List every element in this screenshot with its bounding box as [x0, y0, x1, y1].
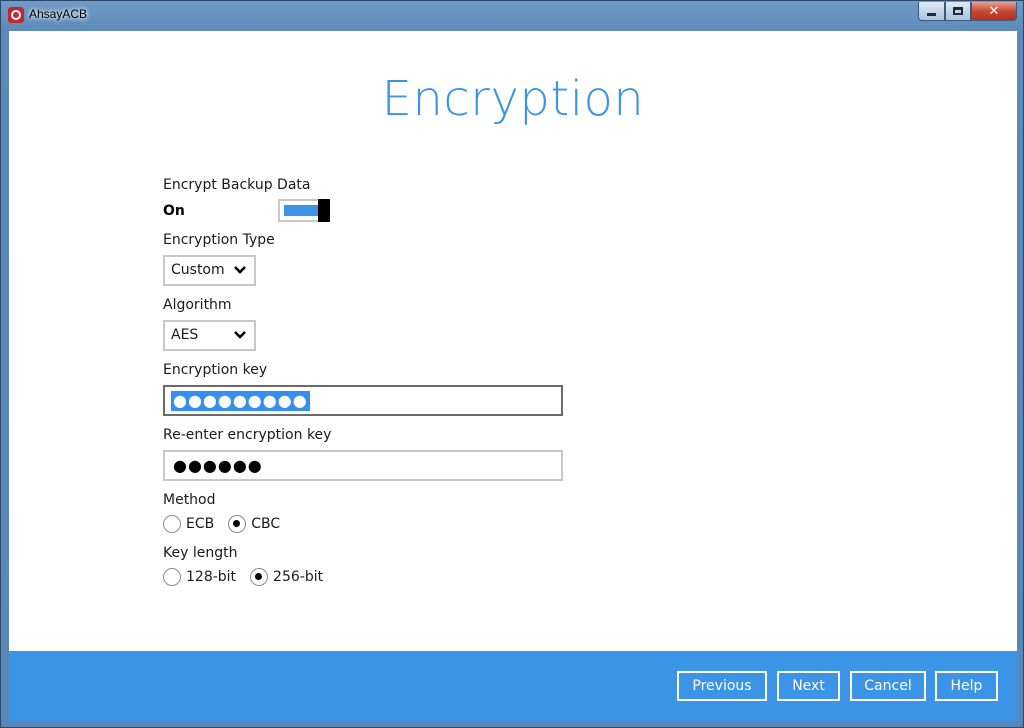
- encrypt-backup-label: Encrypt Backup Data: [163, 177, 311, 193]
- window-controls: ✕: [918, 2, 1017, 21]
- page-title: Encryption: [381, 71, 645, 127]
- toggle-fill: [284, 205, 318, 216]
- encryption-key-label: Encryption key: [163, 362, 268, 378]
- reenter-key-field[interactable]: ●●●●●●: [163, 450, 563, 481]
- encryption-type-label: Encryption Type: [163, 232, 275, 248]
- close-button[interactable]: ✕: [971, 2, 1017, 21]
- method-ecb-label[interactable]: ECB: [186, 516, 214, 532]
- key-length-label: Key length: [163, 545, 238, 561]
- key-length-256-radio[interactable]: [250, 568, 269, 586]
- key-length-radio-group: 128-bit 256-bit: [163, 568, 337, 586]
- window-title: AhsayACB: [29, 7, 88, 21]
- app-logo-icon: [8, 7, 24, 23]
- key-length-128-radio[interactable]: [163, 568, 181, 586]
- toggle-knob[interactable]: [318, 199, 330, 222]
- footer-bar: Previous Next Cancel Help: [9, 651, 1017, 721]
- previous-button[interactable]: Previous: [677, 671, 767, 701]
- app-window: AhsayACB ✕ Encryption Encrypt Backup Dat…: [0, 0, 1024, 728]
- minimize-icon: [927, 12, 936, 16]
- method-ecb-radio[interactable]: [163, 515, 181, 533]
- encrypt-backup-state: On: [163, 203, 185, 219]
- algorithm-label: Algorithm: [163, 297, 232, 313]
- reenter-key-value: ●●●●●●: [173, 456, 263, 475]
- algorithm-select[interactable]: AES: [163, 320, 256, 351]
- maximize-button[interactable]: [945, 2, 971, 21]
- encrypt-backup-toggle[interactable]: [278, 199, 330, 222]
- encryption-type-select[interactable]: Custom: [163, 255, 256, 286]
- encryption-type-value: Custom: [171, 262, 225, 278]
- chevron-down-icon: [234, 266, 246, 274]
- key-length-256-label[interactable]: 256-bit: [273, 569, 323, 585]
- method-cbc-label[interactable]: CBC: [251, 516, 280, 532]
- title-bar[interactable]: AhsayACB ✕: [1, 1, 1023, 31]
- method-label: Method: [163, 492, 216, 508]
- encryption-key-field[interactable]: ●●●●●●●●●: [163, 385, 563, 416]
- key-length-128-label[interactable]: 128-bit: [186, 569, 236, 585]
- reenter-key-label: Re-enter encryption key: [163, 427, 332, 443]
- minimize-button[interactable]: [918, 2, 945, 21]
- chevron-down-icon: [234, 331, 246, 339]
- maximize-icon: [953, 7, 963, 15]
- algorithm-value: AES: [171, 327, 199, 343]
- cancel-button[interactable]: Cancel: [850, 671, 926, 701]
- method-radio-group: ECB CBC: [163, 515, 294, 533]
- method-cbc-radio[interactable]: [228, 515, 247, 533]
- close-icon: ✕: [988, 3, 1000, 19]
- next-button[interactable]: Next: [777, 671, 840, 701]
- help-button[interactable]: Help: [935, 671, 998, 701]
- encryption-key-value: ●●●●●●●●●: [171, 391, 310, 411]
- content-area: Encryption Encrypt Backup Data On Encryp…: [9, 31, 1017, 721]
